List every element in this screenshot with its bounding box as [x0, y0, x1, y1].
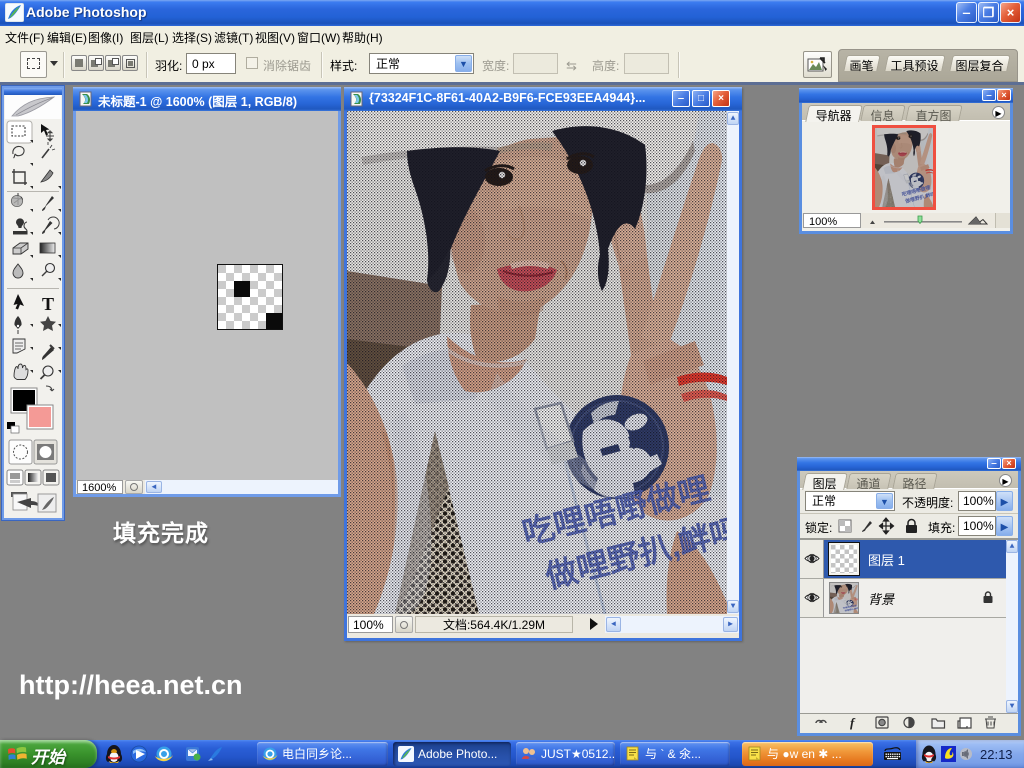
svg-text:T: T: [42, 294, 54, 314]
svg-text:f: f: [850, 715, 856, 730]
